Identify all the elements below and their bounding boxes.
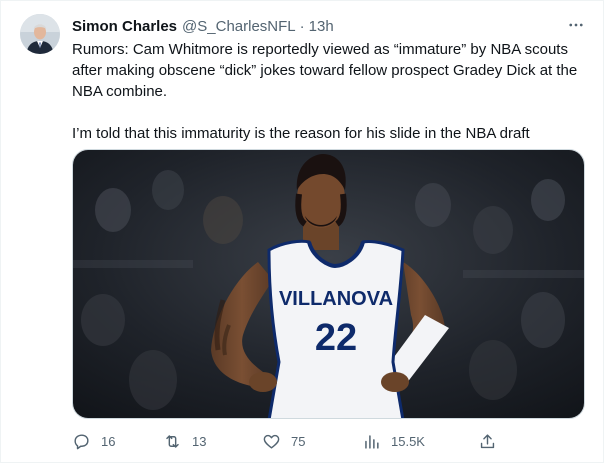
reply-icon [74, 433, 89, 449]
like-icon [263, 434, 280, 449]
tweet-photo[interactable]: VILLANOVA 22 [72, 149, 585, 419]
retweet-button[interactable]: 13 [163, 429, 206, 453]
tweet-card[interactable]: Simon Charles @S_CharlesNFL · 13h Rumors… [0, 0, 604, 463]
tweet-actions: 16 13 75 15.5K [72, 429, 502, 453]
reply-count: 16 [101, 433, 116, 449]
author-name[interactable]: Simon Charles [72, 18, 177, 35]
like-count: 75 [291, 433, 306, 449]
tweet-timestamp[interactable]: 13h [309, 18, 334, 35]
jersey-school-text: VILLANOVA [279, 288, 393, 310]
avatar-image [20, 14, 60, 54]
tweet-paragraph-1: Rumors: Cam Whitmore is reportedly viewe… [72, 41, 578, 100]
share-button[interactable] [478, 429, 507, 453]
like-button[interactable]: 75 [262, 429, 305, 453]
basketball-player-photo: VILLANOVA 22 [73, 150, 584, 418]
tweet-header: Simon Charles @S_CharlesNFL · 13h [72, 16, 334, 36]
tweet-paragraph-2: I’m told that this immaturity is the rea… [72, 125, 530, 142]
share-icon [480, 433, 495, 448]
jersey-number-text: 22 [315, 317, 357, 359]
author-handle[interactable]: @S_CharlesNFL [182, 18, 296, 35]
avatar[interactable] [20, 14, 60, 54]
tweet-text: Rumors: Cam Whitmore is reportedly viewe… [72, 39, 592, 144]
views-button[interactable]: 15.5K [362, 429, 425, 453]
separator-dot: · [299, 17, 305, 35]
more-icon[interactable] [564, 15, 588, 35]
retweet-icon [166, 434, 179, 448]
views-icon [365, 434, 379, 449]
views-count: 15.5K [391, 433, 425, 449]
retweet-count: 13 [192, 433, 207, 449]
reply-button[interactable]: 16 [72, 429, 115, 453]
